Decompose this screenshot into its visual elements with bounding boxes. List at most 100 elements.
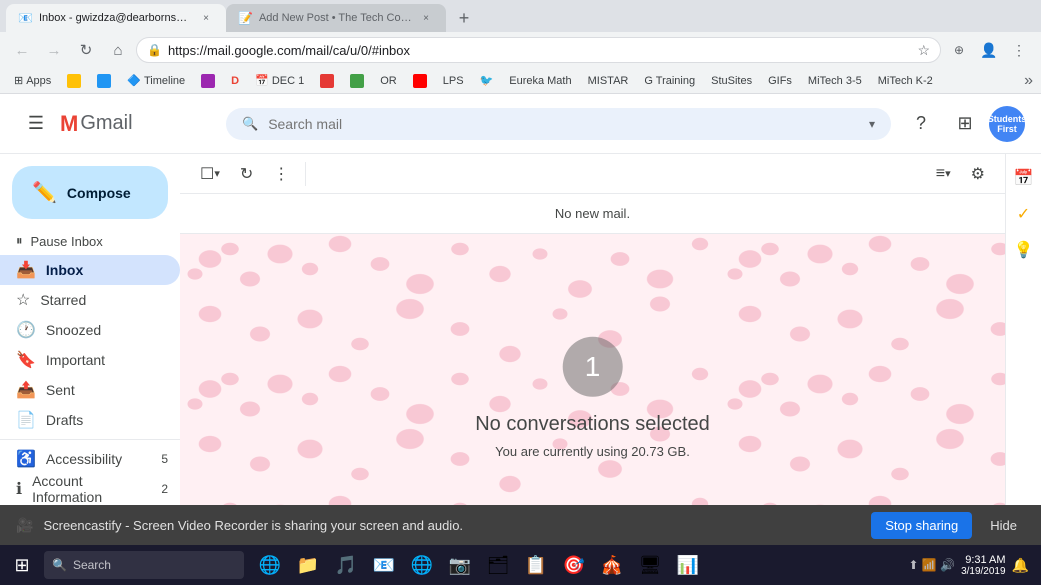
bookmark-mitech-k2[interactable]: MiTech K-2 xyxy=(872,73,939,89)
settings-button[interactable]: ⚙ xyxy=(963,158,993,190)
taskbar-item-chrome[interactable]: 🌐 xyxy=(404,547,440,583)
toolbar-separator xyxy=(305,162,306,186)
bookmark-icon-1[interactable] xyxy=(61,72,87,90)
sort-button[interactable]: ≡ ▾ xyxy=(928,158,959,190)
gmail-logo: M Gmail xyxy=(60,111,133,137)
bookmark-or[interactable]: OR xyxy=(374,73,403,89)
refresh-button[interactable]: ↻ xyxy=(72,36,100,64)
extension-icon-1[interactable]: ⊕ xyxy=(945,36,973,64)
bookmark-twitter[interactable]: 🐦 xyxy=(474,72,500,89)
accessibility-icon: ♿ xyxy=(16,449,36,469)
more-options-button[interactable]: ⋮ xyxy=(265,158,297,190)
starred-label: Starred xyxy=(40,292,86,308)
back-button[interactable]: ← xyxy=(8,36,36,64)
taskbar-item-tasks[interactable]: 📋 xyxy=(518,547,554,583)
account-info-icon: ℹ xyxy=(16,479,22,499)
avatar[interactable]: StudentsFirst xyxy=(989,106,1025,142)
notification-bar: 🎥 Screencastify - Screen Video Recorder … xyxy=(0,505,1041,545)
help-button[interactable]: ? xyxy=(901,104,941,144)
address-bar[interactable]: 🔒 https://mail.google.com/mail/ca/u/0/#i… xyxy=(136,37,941,63)
select-all-button[interactable]: ☐ ▾ xyxy=(192,158,228,190)
taskbar-item-screen[interactable]: 🖥 xyxy=(632,547,668,583)
tab-gmail-title: Inbox - gwizdza@dearbornsch... xyxy=(39,12,192,24)
tab-techcoach[interactable]: 📝 Add New Post • The Tech Coac... × xyxy=(226,4,446,32)
taskbar-item-mail[interactable]: 📧 xyxy=(366,547,402,583)
pause-inbox-button[interactable]: ⏸ Pause Inbox xyxy=(0,227,180,255)
new-tab-button[interactable]: + xyxy=(450,4,478,32)
taskbar-item-explorer[interactable]: 📁 xyxy=(290,547,326,583)
bookmark-dec1[interactable]: 📅 DEC 1 xyxy=(249,72,310,89)
search-dropdown-icon[interactable]: ▾ xyxy=(869,117,875,131)
sidebar-item-account-info[interactable]: ℹ Account Information 2 xyxy=(0,474,180,504)
nav-bar: ← → ↻ ⌂ 🔒 https://mail.google.com/mail/c… xyxy=(0,32,1041,68)
profile-icon[interactable]: 👤 xyxy=(975,36,1003,64)
start-button[interactable]: ⊞ xyxy=(4,547,40,583)
bookmark-lps[interactable]: LPS xyxy=(437,73,470,89)
forward-button[interactable]: → xyxy=(40,36,68,64)
gmail-m-icon: M xyxy=(60,111,78,137)
bookmark-icon-2[interactable] xyxy=(91,72,117,90)
inbox-label: Inbox xyxy=(46,262,83,278)
home-button[interactable]: ⌂ xyxy=(104,36,132,64)
taskbar-icons: ⬆ 📶 🔊 xyxy=(908,558,955,572)
sidebar-item-accessibility[interactable]: ♿ Accessibility 5 xyxy=(0,444,180,474)
search-input[interactable] xyxy=(268,116,859,132)
taskbar-item-camera[interactable]: 📷 xyxy=(442,547,478,583)
bookmark-gtraining[interactable]: G Training xyxy=(638,73,701,89)
tab-gmail[interactable]: 📧 Inbox - gwizdza@dearbornsch... × xyxy=(6,4,226,32)
sidebar-item-inbox[interactable]: 📥 Inbox xyxy=(0,255,180,285)
avatar-area[interactable]: StudentsFirst xyxy=(989,106,1025,142)
bookmark-icon-6[interactable] xyxy=(407,72,433,90)
taskbar-item-music[interactable]: 🎵 xyxy=(328,547,364,583)
bookmark-d[interactable]: D xyxy=(225,73,245,89)
taskbar-search[interactable]: 🔍 Search xyxy=(44,551,244,579)
taskbar-clock: 9:31 AM 3/19/2019 xyxy=(961,554,1006,577)
sidebar-item-starred[interactable]: ☆ Starred xyxy=(0,285,180,315)
taskbar: ⊞ 🔍 Search 🌐 📁 🎵 📧 🌐 📷 🗂 📋 🎯 🎪 🖥 📊 ⬆ 📶 🔊… xyxy=(0,545,1041,585)
stop-sharing-button[interactable]: Stop sharing xyxy=(871,512,972,539)
tab-techcoach-title: Add New Post • The Tech Coac... xyxy=(259,12,412,24)
refresh-button[interactable]: ↻ xyxy=(232,158,261,190)
taskbar-item-files[interactable]: 🗂 xyxy=(480,547,516,583)
bookmark-gifs[interactable]: GIFs xyxy=(762,73,798,89)
sidebar-item-drafts[interactable]: 📄 Drafts xyxy=(0,405,180,435)
gmail-logo-area: ☰ M Gmail xyxy=(16,104,216,144)
tab-techcoach-close[interactable]: × xyxy=(418,10,434,26)
number-badge: 1 xyxy=(562,336,622,396)
taskbar-item-chart[interactable]: 📊 xyxy=(670,547,706,583)
bookmark-timeline[interactable]: 🔷 Timeline xyxy=(121,72,191,89)
starred-icon: ☆ xyxy=(16,290,30,310)
bookmark-icon-5[interactable] xyxy=(344,72,370,90)
hide-button[interactable]: Hide xyxy=(982,512,1025,539)
sort-dropdown-icon: ▾ xyxy=(945,167,951,180)
taskbar-item-icon10[interactable]: 🎪 xyxy=(594,547,630,583)
bookmark-apps[interactable]: ⊞ Apps xyxy=(8,72,57,89)
bookmark-icon-4[interactable] xyxy=(314,72,340,90)
search-input-wrap[interactable]: 🔍 ▾ xyxy=(226,108,891,140)
no-conversations-text: No conversations selected xyxy=(475,412,710,435)
taskbar-item-cortana[interactable]: 🌐 xyxy=(252,547,288,583)
taskbar-search-icon: 🔍 xyxy=(52,558,67,572)
bookmark-stusites[interactable]: StuSites xyxy=(705,73,758,89)
bookmark-mitech35[interactable]: MiTech 3-5 xyxy=(802,73,868,89)
bookmark-eureka[interactable]: Eureka Math xyxy=(503,73,577,89)
calendar-button[interactable]: 📅 xyxy=(1008,162,1040,194)
apps-button[interactable]: ⊞ xyxy=(945,104,985,144)
tab-bar: 📧 Inbox - gwizdza@dearbornsch... × 📝 Add… xyxy=(0,0,1041,32)
taskbar-item-target[interactable]: 🎯 xyxy=(556,547,592,583)
notification-text: Screencastify - Screen Video Recorder is… xyxy=(43,518,861,533)
bookmarks-more[interactable]: » xyxy=(1024,72,1033,90)
sidebar-item-sent[interactable]: 📤 Sent xyxy=(0,375,180,405)
notification-center-icon[interactable]: 🔔 xyxy=(1012,557,1029,574)
tasks-button[interactable]: ✓ xyxy=(1008,198,1040,230)
inbox-icon: 📥 xyxy=(16,260,36,280)
bookmark-mistar[interactable]: MISTAR xyxy=(582,73,635,89)
hamburger-button[interactable]: ☰ xyxy=(16,104,56,144)
tab-gmail-close[interactable]: × xyxy=(198,10,214,26)
browser-menu-icon[interactable]: ⋮ xyxy=(1005,36,1033,64)
keep-button[interactable]: 💡 xyxy=(1008,234,1040,266)
bookmark-icon-3[interactable] xyxy=(195,72,221,90)
sidebar-item-snoozed[interactable]: 🕐 Snoozed xyxy=(0,315,180,345)
sidebar-item-important[interactable]: 🔖 Important xyxy=(0,345,180,375)
compose-button[interactable]: ✏️ Compose xyxy=(12,166,168,219)
